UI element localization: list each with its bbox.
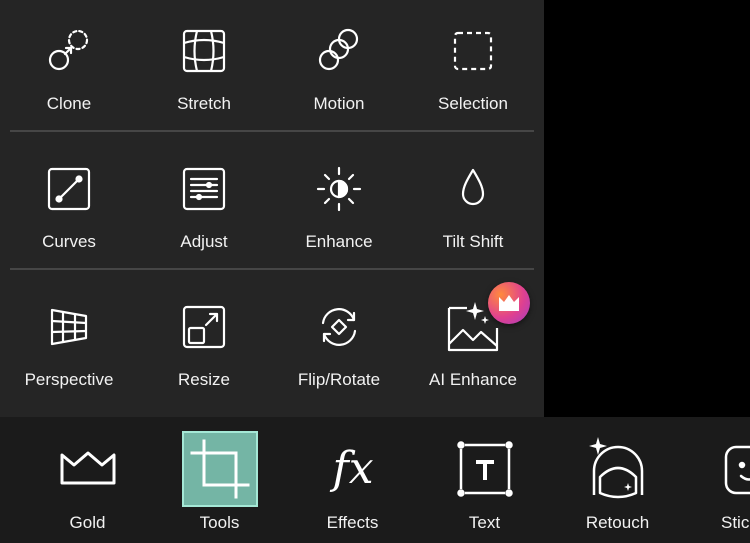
fx-icon: fx: [315, 431, 391, 507]
nav-label: Tools: [199, 513, 240, 532]
tools-panel: Clone Stretch Motion Selection Curves Ad…: [0, 0, 544, 417]
motion-icon: [314, 26, 364, 76]
svg-text:fx: fx: [329, 443, 373, 494]
stretch-icon: [179, 26, 229, 76]
tools-row-1: Clone Stretch Motion Selection: [0, 0, 544, 138]
tool-label: Perspective: [24, 370, 114, 389]
retouch-icon: [580, 431, 656, 507]
tool-label: Flip/Rotate: [297, 370, 381, 389]
tool-label: AI Enhance: [429, 370, 517, 389]
premium-badge: [488, 282, 530, 324]
enhance-icon: [314, 164, 364, 214]
row-divider: [10, 268, 534, 270]
flip-rotate-icon: [314, 302, 364, 352]
nav-stickers[interactable]: Stic: [683, 417, 750, 543]
tool-curves[interactable]: Curves: [2, 138, 136, 276]
tool-tilt-shift[interactable]: Tilt Shift: [406, 138, 540, 276]
row-divider: [10, 130, 534, 132]
nav-label: Gold: [69, 513, 106, 532]
nav-label: Text: [468, 513, 501, 532]
text-icon: [447, 431, 523, 507]
resize-icon: [179, 302, 229, 352]
tool-motion[interactable]: Motion: [272, 0, 406, 138]
tools-row-3: Perspective Resize Flip/Rotate AI Enhanc…: [0, 276, 544, 414]
tool-label: Selection: [438, 94, 508, 113]
selection-icon: [448, 26, 498, 76]
tools-row-2: Curves Adjust Enhance Tilt Shift: [0, 138, 544, 276]
sticker-icon: [712, 431, 750, 507]
crown-icon: [50, 431, 126, 507]
tool-label: Clone: [46, 94, 92, 113]
tool-enhance[interactable]: Enhance: [272, 138, 406, 276]
tool-perspective[interactable]: Perspective: [2, 276, 136, 414]
tilt-shift-icon: [448, 164, 498, 214]
tool-label: Motion: [313, 94, 365, 113]
nav-label: Retouch: [585, 513, 650, 532]
nav-tools[interactable]: Tools: [153, 417, 286, 543]
bottom-nav: Gold Tools fx Effects Text Retouch Stic: [0, 417, 750, 543]
clone-icon: [44, 26, 94, 76]
nav-label: Effects: [326, 513, 379, 532]
curves-icon: [44, 164, 94, 214]
tool-label: Resize: [178, 370, 230, 389]
adjust-icon: [179, 164, 229, 214]
tool-selection[interactable]: Selection: [406, 0, 540, 138]
crop-icon: [181, 431, 258, 507]
crown-icon: [499, 295, 519, 311]
nav-label: Stic: [721, 513, 750, 532]
tool-label: Enhance: [305, 232, 373, 251]
tool-stretch[interactable]: Stretch: [137, 0, 271, 138]
tool-adjust[interactable]: Adjust: [137, 138, 271, 276]
nav-retouch[interactable]: Retouch: [551, 417, 684, 543]
nav-gold[interactable]: Gold: [21, 417, 154, 543]
tool-label: Adjust: [180, 232, 228, 251]
tool-resize[interactable]: Resize: [137, 276, 271, 414]
tool-clone[interactable]: Clone: [2, 0, 136, 138]
tool-label: Stretch: [177, 94, 231, 113]
tool-label: Tilt Shift: [442, 232, 504, 251]
nav-effects[interactable]: fx Effects: [286, 417, 419, 543]
perspective-icon: [44, 302, 94, 352]
tool-label: Curves: [42, 232, 96, 251]
nav-text[interactable]: Text: [418, 417, 551, 543]
tool-flip-rotate[interactable]: Flip/Rotate: [272, 276, 406, 414]
